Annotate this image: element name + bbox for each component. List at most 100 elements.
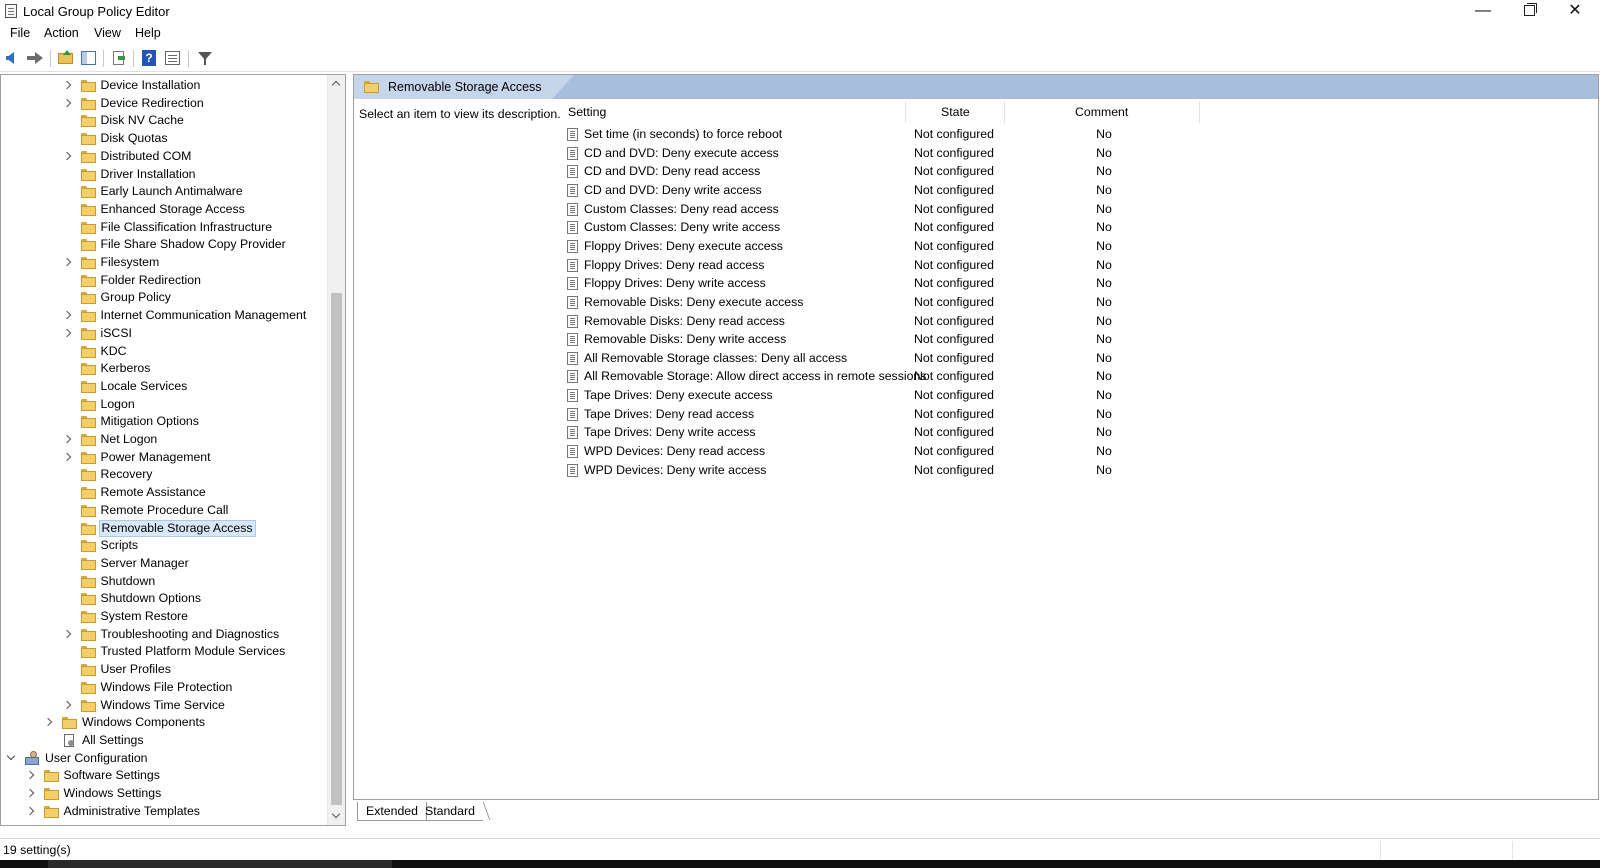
tree-node[interactable]: Distributed COM	[1, 148, 329, 165]
tree-node[interactable]: File Classification Infrastructure	[1, 219, 329, 236]
back-button[interactable]	[5, 49, 23, 67]
tree-node[interactable]: KDC	[1, 343, 329, 360]
help-button[interactable]: ?	[140, 49, 158, 67]
tree-node[interactable]: All Settings	[1, 732, 329, 749]
column-header-comment[interactable]: Comment	[1075, 105, 1128, 123]
tree-node[interactable]: Disk Quotas	[1, 130, 329, 147]
tree-node[interactable]: Windows File Protection	[1, 679, 329, 696]
setting-row[interactable]: Custom Classes: Deny read access Not conf…	[566, 200, 1206, 218]
column-header-setting[interactable]: Setting	[568, 105, 606, 123]
menu-action[interactable]: Action	[44, 26, 79, 40]
setting-row[interactable]: Floppy Drives: Deny write access Not conf…	[566, 274, 1206, 292]
setting-row[interactable]: Tape Drives: Deny execute access Not conf…	[566, 386, 1206, 404]
menu-help[interactable]: Help	[135, 26, 161, 40]
setting-row[interactable]: Removable Disks: Deny execute access Not …	[566, 293, 1206, 311]
up-one-level-button[interactable]	[57, 49, 75, 67]
export-list-button[interactable]	[110, 49, 128, 67]
tree-node[interactable]: Troubleshooting and Diagnostics	[1, 626, 329, 643]
tree-node[interactable]: Recovery	[1, 466, 329, 483]
chevron-right-icon[interactable]	[63, 148, 73, 165]
chevron-right-icon[interactable]	[26, 803, 36, 820]
tree-node[interactable]: Group Policy	[1, 289, 329, 306]
tree-node[interactable]: Shutdown	[1, 573, 329, 590]
minimize-button[interactable]: —	[1460, 0, 1506, 23]
chevron-right-icon[interactable]	[26, 767, 36, 784]
setting-row[interactable]: WPD Devices: Deny write access Not config…	[566, 461, 1206, 479]
setting-row[interactable]: Floppy Drives: Deny execute access Not co…	[566, 237, 1206, 255]
column-divider[interactable]	[905, 101, 906, 123]
tree-node[interactable]: Early Launch Antimalware	[1, 183, 329, 200]
tree-node[interactable]: Net Logon	[1, 431, 329, 448]
tree-node[interactable]: Kerberos	[1, 360, 329, 377]
tree-scrollbar[interactable]	[327, 75, 345, 825]
menu-file[interactable]: File	[10, 26, 30, 40]
tree-node[interactable]: User Profiles	[1, 661, 329, 678]
tree-node[interactable]: File Share Shadow Copy Provider	[1, 236, 329, 253]
chevron-right-icon[interactable]	[44, 714, 54, 731]
tree-node[interactable]: System Restore	[1, 608, 329, 625]
setting-row[interactable]: Custom Classes: Deny write access Not con…	[566, 218, 1206, 236]
tree-node[interactable]: Software Settings	[1, 767, 329, 784]
setting-row[interactable]: CD and DVD: Deny read access Not configur…	[566, 162, 1206, 180]
chevron-right-icon[interactable]	[63, 697, 73, 714]
scroll-down-button[interactable]	[328, 808, 345, 825]
column-divider[interactable]	[1199, 101, 1200, 123]
column-header-state[interactable]: State	[941, 105, 970, 123]
taskbar-item[interactable]	[48, 860, 392, 868]
chevron-down-icon[interactable]	[7, 750, 17, 767]
column-divider[interactable]	[1004, 101, 1005, 123]
tree-node[interactable]: Remote Assistance	[1, 484, 329, 501]
setting-row[interactable]: All Removable Storage classes: Deny all …	[566, 349, 1206, 367]
forward-button[interactable]	[26, 49, 44, 67]
chevron-right-icon[interactable]	[63, 77, 73, 94]
tree-node[interactable]: Shutdown Options	[1, 590, 329, 607]
tab-standard[interactable]: Standard	[417, 802, 483, 821]
tree-node[interactable]: User Configuration	[1, 750, 329, 767]
filter-button[interactable]	[196, 49, 214, 67]
chevron-right-icon[interactable]	[63, 325, 73, 342]
tree-node[interactable]: Driver Installation	[1, 166, 329, 183]
chevron-right-icon[interactable]	[63, 626, 73, 643]
tree-node[interactable]: Device Installation	[1, 77, 329, 94]
tree-node[interactable]: Trusted Platform Module Services	[1, 643, 329, 660]
tree-node[interactable]: Enhanced Storage Access	[1, 201, 329, 218]
tree-node[interactable]: Logon	[1, 396, 329, 413]
scroll-up-button[interactable]	[328, 75, 345, 92]
tree-node[interactable]: Device Redirection	[1, 95, 329, 112]
tree-node[interactable]: Remote Procedure Call	[1, 502, 329, 519]
chevron-right-icon[interactable]	[63, 254, 73, 271]
tree-node[interactable]: Windows Components	[1, 714, 329, 731]
tree-node[interactable]: Filesystem	[1, 254, 329, 271]
tree-node[interactable]: iSCSI	[1, 325, 329, 342]
setting-row[interactable]: Removable Disks: Deny write access Not co…	[566, 330, 1206, 348]
tree-node[interactable]: Windows Settings	[1, 785, 329, 802]
tree-node[interactable]: Server Manager	[1, 555, 329, 572]
scroll-thumb[interactable]	[331, 293, 342, 805]
tree-node[interactable]: Internet Communication Management	[1, 307, 329, 324]
tree-node[interactable]: Administrative Templates	[1, 803, 329, 820]
chevron-right-icon[interactable]	[26, 785, 36, 802]
setting-row[interactable]: All Removable Storage: Allow direct acce…	[566, 367, 1206, 385]
setting-row[interactable]: Set time (in seconds) to force reboot Not…	[566, 125, 1206, 143]
show-hide-tree-button[interactable]	[80, 49, 98, 67]
setting-row[interactable]: Tape Drives: Deny read access Not configu…	[566, 405, 1206, 423]
tree-node[interactable]: Scripts	[1, 537, 329, 554]
chevron-right-icon[interactable]	[63, 307, 73, 324]
chevron-right-icon[interactable]	[63, 449, 73, 466]
tree-node[interactable]: Locale Services	[1, 378, 329, 395]
setting-row[interactable]: Floppy Drives: Deny read access Not confi…	[566, 256, 1206, 274]
menu-view[interactable]: View	[94, 26, 121, 40]
chevron-right-icon[interactable]	[63, 431, 73, 448]
tree-node[interactable]: Windows Time Service	[1, 697, 329, 714]
restore-button[interactable]	[1506, 0, 1552, 23]
tree-node[interactable]: Removable Storage Access	[1, 519, 329, 537]
setting-row[interactable]: CD and DVD: Deny write access Not configu…	[566, 181, 1206, 199]
close-button[interactable]: ✕	[1552, 0, 1598, 23]
setting-row[interactable]: CD and DVD: Deny execute access Not confi…	[566, 144, 1206, 162]
setting-row[interactable]: Removable Disks: Deny read access Not con…	[566, 312, 1206, 330]
tree-node[interactable]: Mitigation Options	[1, 413, 329, 430]
setting-row[interactable]: Tape Drives: Deny write access Not config…	[566, 423, 1206, 441]
tree-node[interactable]: Disk NV Cache	[1, 112, 329, 129]
tree-node[interactable]: Power Management	[1, 449, 329, 466]
tree-node[interactable]: Folder Redirection	[1, 272, 329, 289]
